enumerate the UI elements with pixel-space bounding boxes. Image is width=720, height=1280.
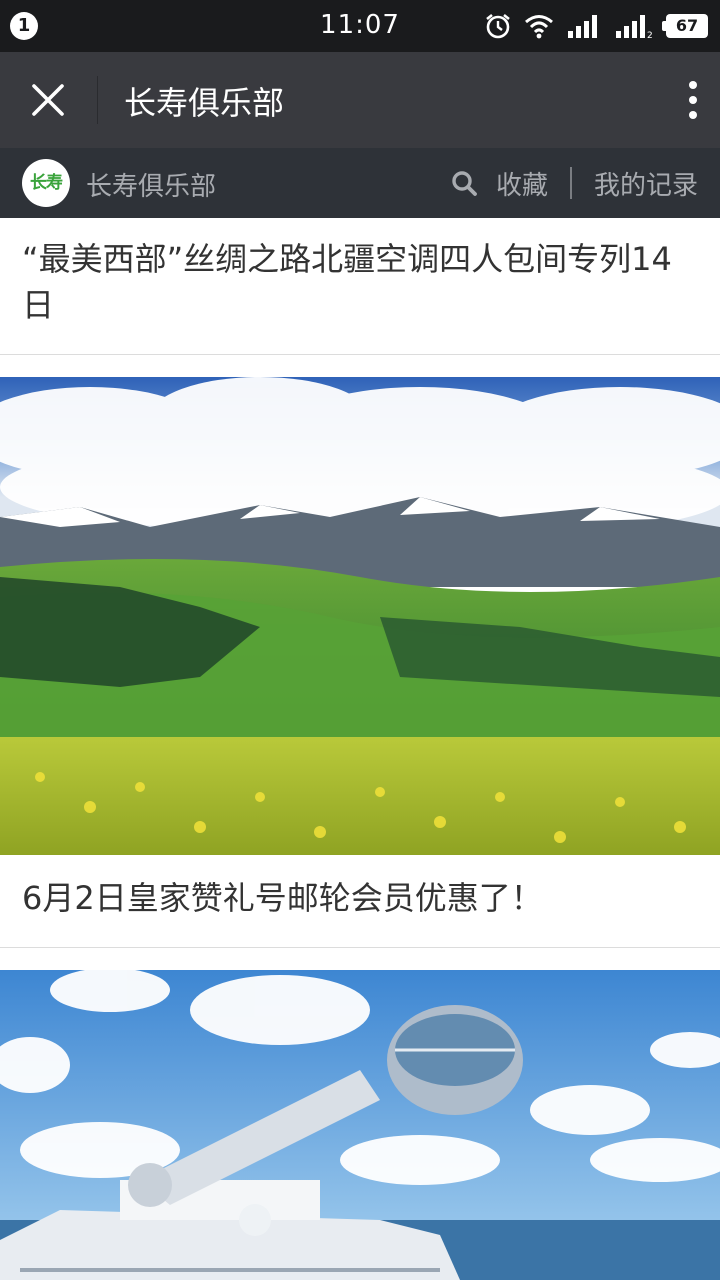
battery-icon: 67 — [662, 14, 708, 38]
search-icon[interactable] — [450, 169, 478, 197]
page-title: 长寿俱乐部 — [124, 84, 285, 122]
account-bar: 长寿 长寿俱乐部 收藏 我的记录 — [0, 148, 720, 218]
svg-text:2: 2 — [647, 31, 653, 39]
article-title-2[interactable]: 6月2日皇家赞礼号邮轮会员优惠了！ — [0, 855, 720, 947]
article-title-1[interactable]: “最美西部”丝绸之路北疆空调四人包间专列14日 — [0, 218, 720, 354]
my-records-button[interactable]: 我的记录 — [594, 165, 698, 202]
account-logo[interactable]: 长寿 — [22, 159, 70, 207]
status-icons: 2 67 — [484, 12, 708, 40]
alarm-icon — [486, 13, 510, 39]
wifi-icon — [525, 15, 553, 39]
account-actions: 收藏 我的记录 — [450, 163, 698, 203]
close-icon — [32, 84, 64, 116]
status-bar: 1 11:07 2 67 — [0, 0, 720, 52]
signal-2-icon: 2 — [616, 15, 653, 39]
spacer — [0, 355, 720, 377]
actions-divider — [569, 167, 572, 199]
article-list: “最美西部”丝绸之路北疆空调四人包间专列14日 6月2日皇家赞礼号邮轮会员优惠了… — [0, 218, 720, 1280]
article-image-cruise[interactable] — [0, 970, 720, 1280]
article-image-landscape[interactable] — [0, 377, 720, 855]
account-name[interactable]: 长寿俱乐部 — [86, 166, 216, 203]
title-bar: 长寿俱乐部 — [0, 52, 720, 148]
signal-icon — [568, 15, 597, 38]
more-vertical-icon — [689, 81, 697, 119]
cruise-illustration — [0, 970, 720, 1280]
more-button[interactable] — [642, 70, 698, 130]
spacer — [0, 948, 720, 970]
favorite-button[interactable]: 收藏 — [496, 165, 548, 202]
close-button[interactable] — [18, 70, 78, 130]
title-divider — [97, 76, 98, 124]
landscape-illustration — [0, 377, 720, 855]
